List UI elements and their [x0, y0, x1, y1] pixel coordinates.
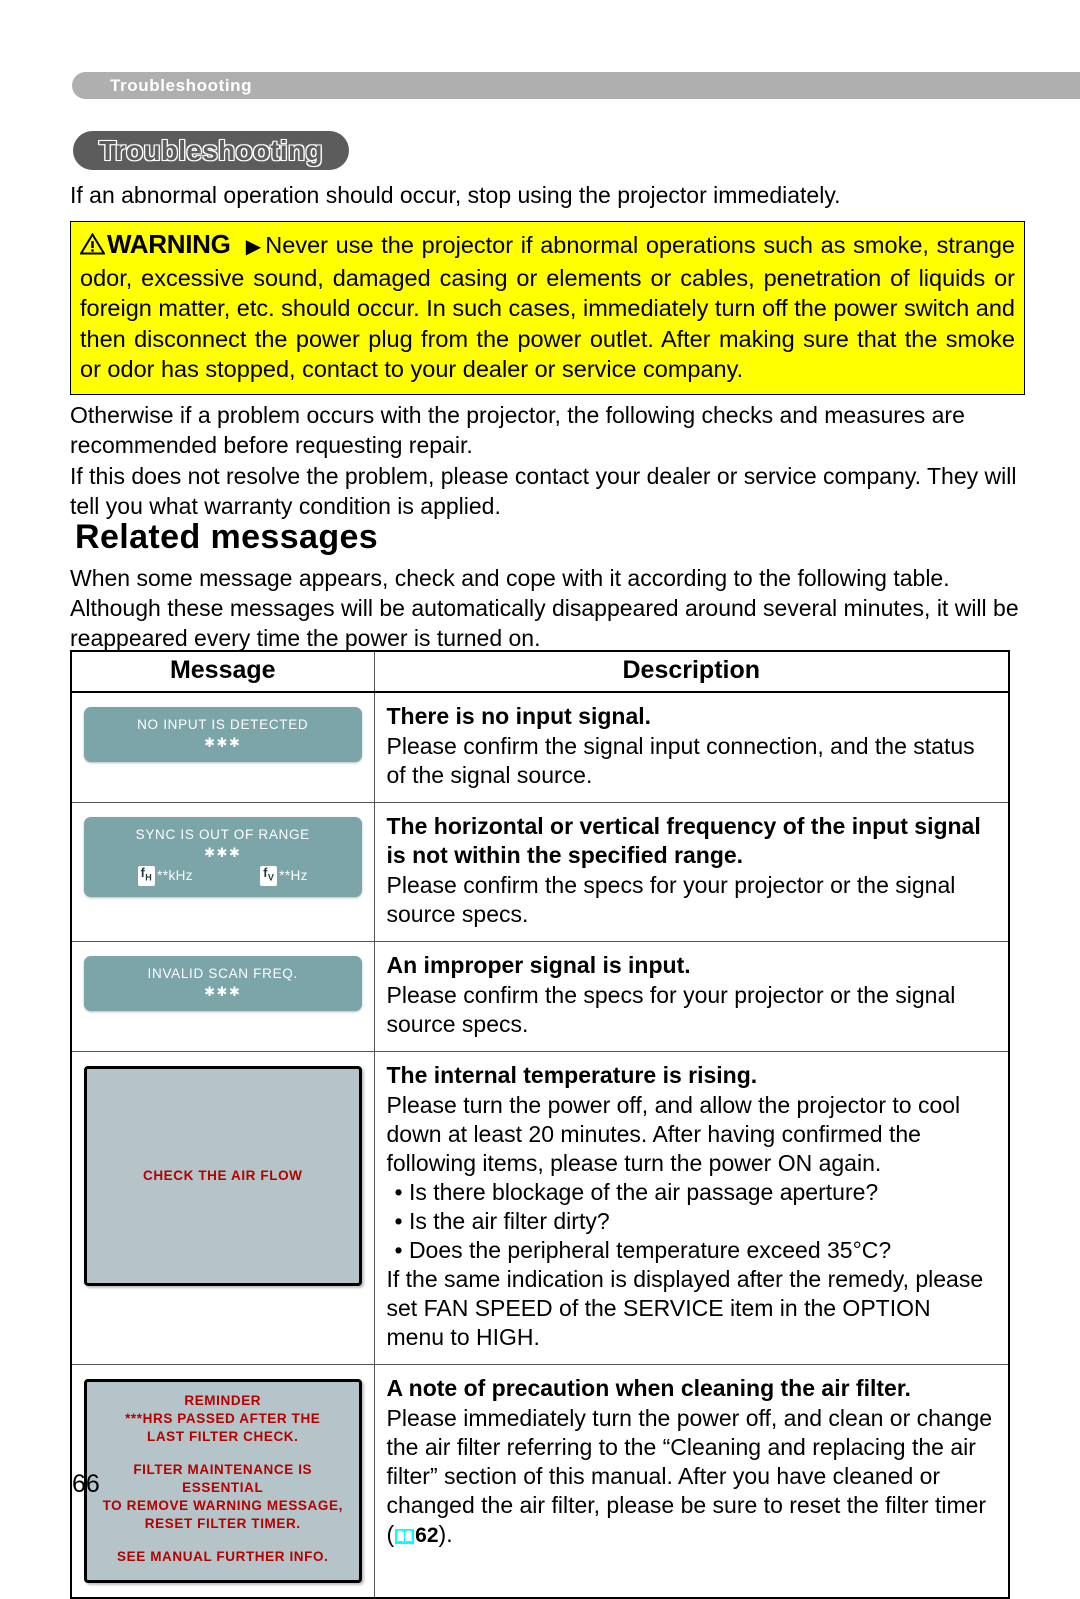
- vertical-frequency-item: fV **Hz: [260, 866, 308, 886]
- osd-line-text: SYNC IS OUT OF RANGE: [135, 827, 310, 842]
- table-row: NO INPUT IS DETECTED ✱✱✱ There is no inp…: [70, 691, 1010, 803]
- fh-badge-subscript: H: [145, 872, 153, 883]
- list-item: • Is the air filter dirty?: [394, 1208, 610, 1234]
- description-title: An improper signal is input.: [386, 952, 691, 978]
- description-title: There is no input signal.: [386, 703, 652, 729]
- fh-badge: fH: [137, 866, 156, 886]
- osd-message-invalid-scan-freq: INVALID SCAN FREQ. ✱✱✱: [84, 956, 362, 1011]
- post-warning-paragraph-1: Otherwise if a problem occurs with the p…: [70, 402, 965, 458]
- message-cell: INVALID SCAN FREQ. ✱✱✱: [70, 941, 375, 1052]
- running-header-label: Troubleshooting: [110, 76, 253, 95]
- book-icon: [395, 1522, 415, 1544]
- description-body: Please immediately turn the power off, a…: [387, 1404, 995, 1550]
- fv-badge-subscript: V: [267, 872, 275, 883]
- description-cell: An improper signal is input. Please conf…: [373, 941, 1010, 1052]
- reminder-spacer: [93, 1446, 353, 1461]
- description-body: Please confirm the specs for your projec…: [386, 872, 956, 927]
- description-title: The internal temperature is rising.: [386, 1062, 758, 1088]
- table-row: INVALID SCAN FREQ. ✱✱✱ An improper signa…: [70, 941, 1010, 1052]
- osd-screen-filter-reminder: REMINDER ***HRS PASSED AFTER THE LAST FI…: [84, 1379, 362, 1583]
- description-body-text: Please immediately turn the power off, a…: [386, 1405, 993, 1547]
- table-row: REMINDER ***HRS PASSED AFTER THE LAST FI…: [70, 1364, 1010, 1599]
- description-cell: The horizontal or vertical frequency of …: [373, 802, 1010, 942]
- lead-paragraph: If an abnormal operation should occur, s…: [70, 182, 841, 208]
- description-title: The horizontal or vertical frequency of …: [386, 813, 981, 868]
- fv-value: **Hz: [279, 868, 308, 884]
- table-row: SYNC IS OUT OF RANGE ✱✱✱ fH **kHz fV **Hz …: [70, 802, 1010, 942]
- chapter-title-pill: Troubleshooting: [73, 131, 349, 170]
- osd-stars: ✱✱✱: [204, 735, 242, 750]
- horizontal-frequency-item: fH **kHz: [137, 866, 193, 886]
- description-body-suffix: ).: [438, 1521, 453, 1547]
- description-cell: The internal temperature is rising. Plea…: [373, 1051, 1010, 1365]
- warning-text-block: WARNING ▶ Never use the projector if abnor…: [79, 229, 1015, 385]
- warning-triangle-icon: [79, 232, 106, 263]
- fv-badge: fV: [260, 866, 278, 886]
- page-number: 66: [72, 1470, 100, 1498]
- section-heading-related-messages: Related messages: [75, 518, 379, 556]
- message-cell: SYNC IS OUT OF RANGE ✱✱✱ fH **kHz fV **Hz: [70, 802, 375, 942]
- description-cell: A note of precaution when cleaning the a…: [373, 1364, 1010, 1599]
- description-body: Please confirm the specs for your projec…: [386, 982, 956, 1037]
- osd-message-sync-out-of-range: SYNC IS OUT OF RANGE ✱✱✱ fH **kHz fV **Hz: [84, 817, 362, 897]
- page-reference-number: 62: [415, 1524, 439, 1547]
- message-cell: CHECK THE AIR FLOW: [70, 1051, 375, 1365]
- warning-arrow-icon: ▶: [244, 236, 263, 258]
- column-header-description: Description: [373, 650, 1010, 693]
- osd-line-text: NO INPUT IS DETECTED: [137, 717, 309, 732]
- description-bullet-list: • Is there blockage of the air passage a…: [387, 1178, 995, 1265]
- reminder-line-5: RESET FILTER TIMER.: [144, 1516, 301, 1531]
- description-body-part-1: Please turn the power off, and allow the…: [386, 1092, 961, 1176]
- description-body-part-2: If the same indication is displayed afte…: [386, 1266, 984, 1350]
- related-messages-table: Message Description NO INPUT IS DETECTED…: [70, 650, 1010, 1599]
- section-intro-paragraph: When some message appears, check and cop…: [70, 565, 1019, 651]
- running-header-bar: Troubleshooting: [72, 72, 1080, 99]
- message-cell: NO INPUT IS DETECTED ✱✱✱: [70, 691, 375, 803]
- description-title: A note of precaution when cleaning the a…: [386, 1375, 911, 1401]
- osd-line-text: INVALID SCAN FREQ.: [147, 966, 298, 981]
- chapter-title-label: Troubleshooting: [99, 134, 323, 166]
- osd-frequency-row: fH **kHz fV **Hz: [94, 866, 352, 886]
- osd-stars: ✱✱✱: [204, 984, 242, 999]
- reminder-line-6: SEE MANUAL FURTHER INFO.: [117, 1549, 329, 1564]
- reminder-line-4: TO REMOVE WARNING MESSAGE,: [102, 1498, 343, 1513]
- warning-label: WARNING: [107, 229, 231, 259]
- reminder-line-2: LAST FILTER CHECK.: [146, 1429, 299, 1444]
- reminder-title: REMINDER: [184, 1393, 262, 1408]
- post-warning-paragraph-2: If this does not resolve the problem, pl…: [70, 463, 1017, 519]
- description-body: Please confirm the signal input connecti…: [386, 733, 975, 788]
- reminder-line-1: ***HRS PASSED AFTER THE: [125, 1411, 321, 1426]
- osd-message-no-input: NO INPUT IS DETECTED ✱✱✱: [84, 707, 362, 762]
- osd-line-text: CHECK THE AIR FLOW: [142, 1168, 303, 1183]
- osd-stars: ✱✱✱: [204, 845, 242, 860]
- column-header-message: Message: [70, 650, 375, 693]
- message-cell: REMINDER ***HRS PASSED AFTER THE LAST FI…: [70, 1364, 375, 1599]
- description-cell: There is no input signal. Please confirm…: [373, 691, 1010, 803]
- fh-value: **kHz: [157, 868, 193, 884]
- list-item: • Does the peripheral temperature exceed…: [394, 1237, 892, 1263]
- list-item: • Is there blockage of the air passage a…: [394, 1179, 879, 1205]
- table-header-row: Message Description: [70, 650, 1010, 693]
- warning-box: WARNING ▶ Never use the projector if abnor…: [70, 221, 1025, 395]
- table-row: CHECK THE AIR FLOW The internal temperat…: [70, 1051, 1010, 1365]
- osd-screen-check-air-flow: CHECK THE AIR FLOW: [84, 1066, 362, 1286]
- reminder-spacer: [93, 1533, 353, 1548]
- reminder-line-3: FILTER MAINTENANCE IS ESSENTIAL: [133, 1462, 313, 1495]
